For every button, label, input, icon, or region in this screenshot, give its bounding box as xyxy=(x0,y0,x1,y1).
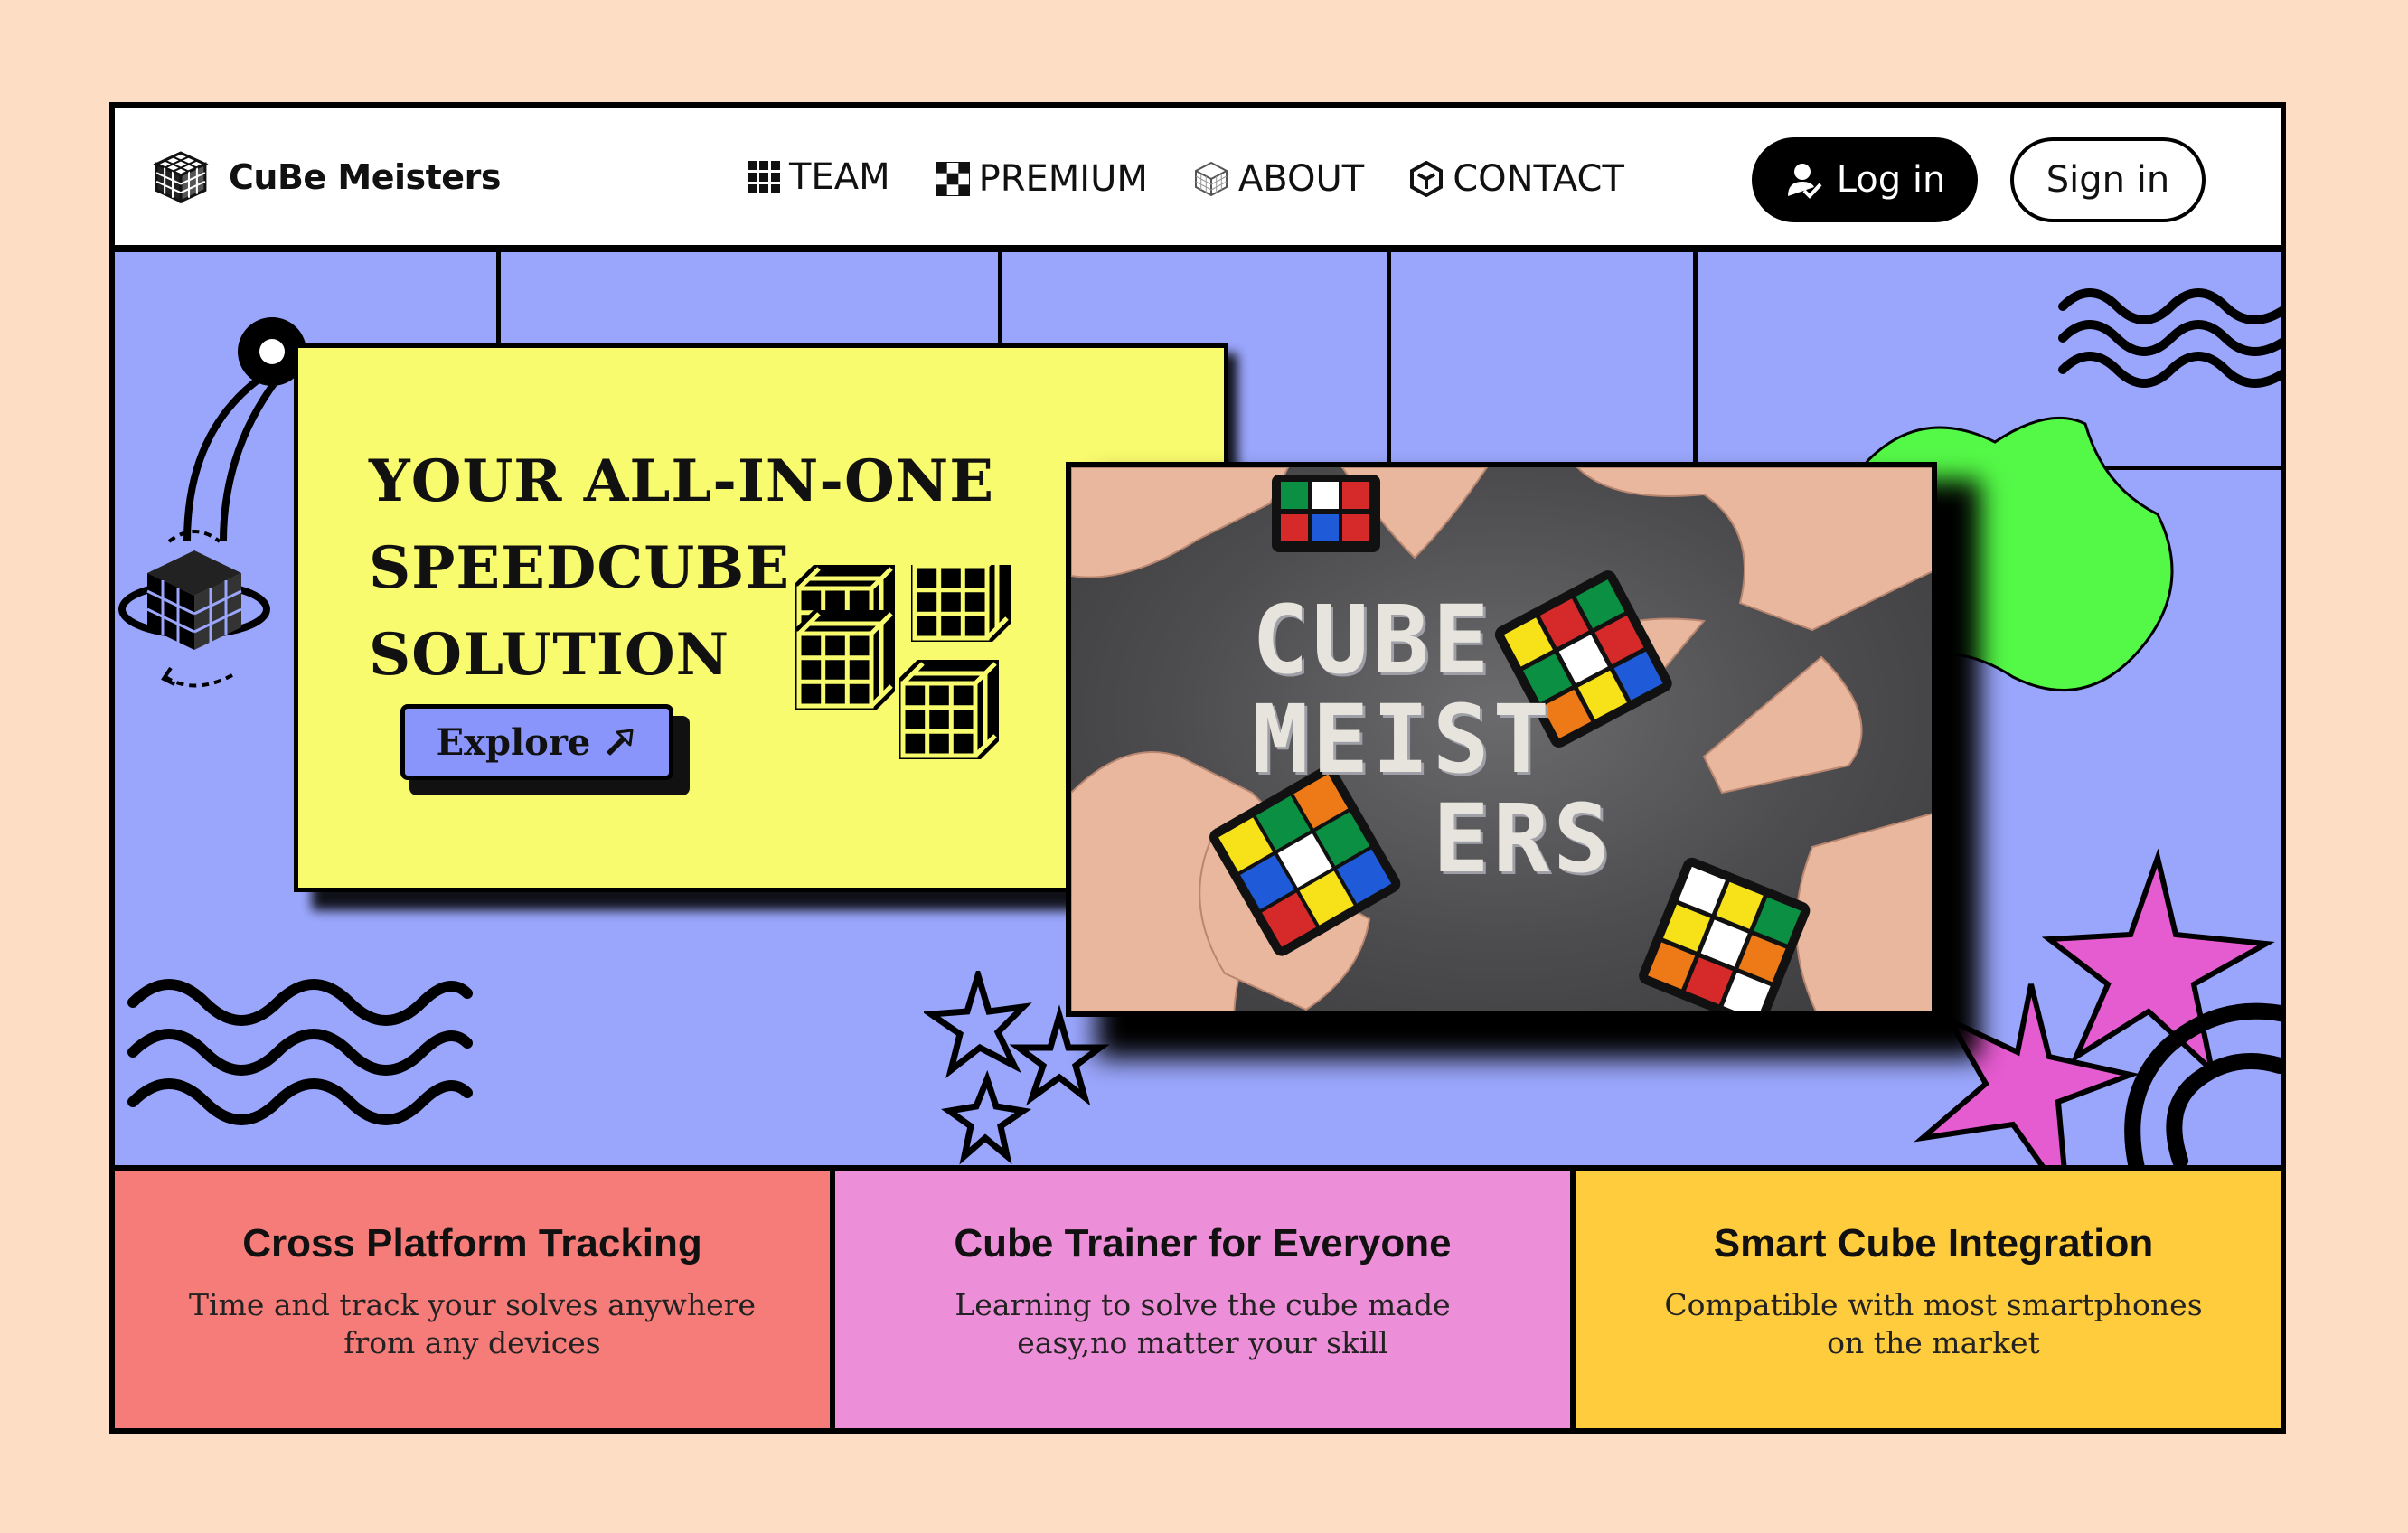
feature-title: Cube Trainer for Everyone xyxy=(954,1221,1452,1265)
feature-desc-line: easy,no matter your skill xyxy=(1017,1325,1388,1360)
nav-link-label: ABOUT xyxy=(1237,158,1365,200)
feature-desc: Compatible with most smartphones on the … xyxy=(1576,1286,2281,1362)
headline-line: YOUR ALL-IN-ONE xyxy=(369,447,994,515)
brand-name: CuBe Meisters xyxy=(229,157,501,197)
cube-top xyxy=(1272,475,1380,552)
feature-desc-line: Time and track your solves anywhere xyxy=(189,1287,756,1322)
wireframe-cube-icon xyxy=(1194,161,1228,197)
feature-card-tracking[interactable]: Cross Platform Tracking Time and track y… xyxy=(115,1165,835,1428)
nav-link-contact[interactable]: CONTACT xyxy=(1409,158,1624,200)
login-button[interactable]: Log in xyxy=(1752,137,1978,222)
feature-desc: Time and track your solves anywhere from… xyxy=(115,1286,830,1362)
hero-photo: CUBE MEIST ERS xyxy=(1066,462,1937,1017)
grid-line xyxy=(1693,252,1698,469)
hex-cube-icon xyxy=(1410,161,1444,197)
feature-desc-line: Learning to solve the cube made xyxy=(955,1287,1451,1322)
feature-title: Cross Platform Tracking xyxy=(242,1221,702,1265)
nav-link-label: CONTACT xyxy=(1453,158,1624,200)
brand[interactable]: CuBe Meisters xyxy=(153,149,501,205)
feature-desc-line: from any devices xyxy=(343,1325,601,1360)
cube-bottom-right xyxy=(1639,857,1811,1011)
landing-frame: CuBe Meisters TEAM PREMIUM ABOUT CONTACT… xyxy=(109,102,2286,1434)
grid-line xyxy=(1387,252,1391,469)
nav-link-about[interactable]: ABOUT xyxy=(1193,158,1364,200)
user-check-icon xyxy=(1787,164,1822,199)
features-row: Cross Platform Tracking Time and track y… xyxy=(115,1165,2281,1428)
feature-card-trainer[interactable]: Cube Trainer for Everyone Learning to so… xyxy=(830,1165,1576,1428)
nav-link-team[interactable]: TEAM xyxy=(748,155,890,200)
checker-icon xyxy=(935,162,970,196)
nav-links: TEAM PREMIUM ABOUT CONTACT xyxy=(748,155,1624,200)
feature-desc: Learning to solve the cube made easy,no … xyxy=(835,1286,1570,1362)
waves-top-right-decoration xyxy=(2058,288,2281,388)
explore-label: Explore xyxy=(436,720,591,764)
nav-link-label: TEAM xyxy=(789,156,890,198)
nav-link-label: PREMIUM xyxy=(978,158,1148,200)
cube-logo-icon xyxy=(153,151,209,204)
arrow-up-right-icon xyxy=(607,729,634,756)
feature-card-smart-cube[interactable]: Smart Cube Integration Compatible with m… xyxy=(1570,1165,2281,1428)
top-nav: CuBe Meisters TEAM PREMIUM ABOUT CONTACT… xyxy=(115,108,2281,252)
feature-title: Smart Cube Integration xyxy=(1713,1221,2154,1265)
feature-desc-line: on the market xyxy=(1827,1325,2040,1360)
explore-button[interactable]: Explore xyxy=(400,704,673,780)
nav-link-premium[interactable]: PREMIUM xyxy=(935,158,1148,200)
photo-text-line: ERS xyxy=(1433,784,1613,894)
login-label: Log in xyxy=(1836,159,1946,201)
photo-text-line: CUBE xyxy=(1252,585,1493,695)
grid-icon xyxy=(748,161,780,193)
signin-label: Sign in xyxy=(2046,159,2170,201)
cube-cluster-illustration xyxy=(795,565,1030,791)
keychain-cube-decoration xyxy=(118,317,306,688)
waves-bottom-left-decoration xyxy=(127,979,473,1125)
photo-text-line: MEIST xyxy=(1252,684,1554,795)
signin-button[interactable]: Sign in xyxy=(2010,137,2206,222)
feature-desc-line: Compatible with most smartphones xyxy=(1664,1287,2203,1322)
